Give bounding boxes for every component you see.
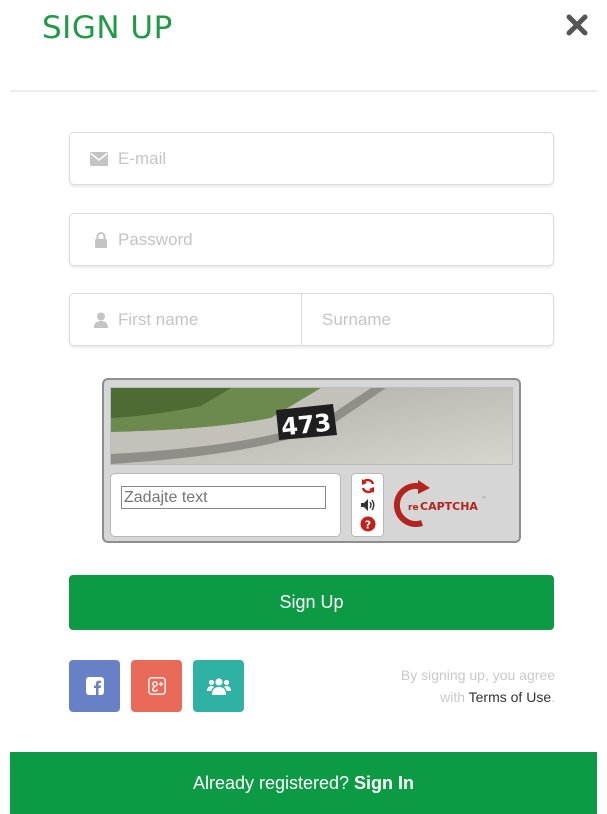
user-icon [70,312,118,328]
signin-footer: Already registered? Sign In [10,752,597,814]
lock-icon [70,231,118,248]
password-field[interactable]: Password [69,213,554,266]
signup-button[interactable]: Sign Up [69,575,554,630]
name-fields: First name Surname [69,293,554,346]
refresh-icon[interactable] [360,478,376,494]
agreement-prefix: with [440,689,465,705]
close-icon [566,14,588,36]
envelope-icon [70,151,118,166]
recaptcha-logo-prefix: re [408,503,419,513]
agreement-line-2: with Terms of Use. [401,686,555,708]
captcha-image-text: 473 [280,408,333,441]
terms-of-use-link[interactable]: Terms of Use [469,689,551,705]
facebook-icon [85,677,104,695]
password-placeholder: Password [118,229,193,249]
header-divider [10,90,597,92]
google-plus-button[interactable] [131,660,182,712]
captcha-image: 473 [110,387,513,465]
first-name-placeholder: First name [118,309,199,329]
recaptcha-logo: re CAPTCHA ™ [392,479,512,529]
surname-field[interactable]: Surname [301,294,553,345]
svg-text:?: ? [364,518,370,531]
captcha-input[interactable] [121,486,326,509]
captcha-input-box [110,473,341,537]
email-field[interactable]: E-mail [69,132,554,185]
signin-link[interactable]: Sign In [354,773,414,794]
recaptcha-widget: 473 ? re CAPTCHA ™ [102,378,521,543]
captcha-controls: ? [351,473,384,537]
first-name-field[interactable]: First name [70,294,301,345]
page-title: SIGN UP [42,10,173,46]
recaptcha-logo-tm: ™ [481,496,487,503]
audio-icon[interactable] [360,497,376,513]
help-icon[interactable]: ? [360,516,376,532]
surname-placeholder: Surname [322,309,391,329]
agreement-suffix: . [551,689,555,705]
terms-agreement: By signing up, you agree with Terms of U… [401,664,555,708]
facebook-button[interactable] [69,660,120,712]
recaptcha-logo-text: CAPTCHA [420,500,478,513]
group-icon [206,678,231,695]
google-plus-icon [147,677,166,695]
agreement-line-1: By signing up, you agree [400,667,555,683]
already-registered-text: Already registered? [192,772,350,793]
group-signup-button[interactable] [193,660,244,712]
email-placeholder: E-mail [118,148,167,168]
close-button[interactable] [564,12,590,38]
